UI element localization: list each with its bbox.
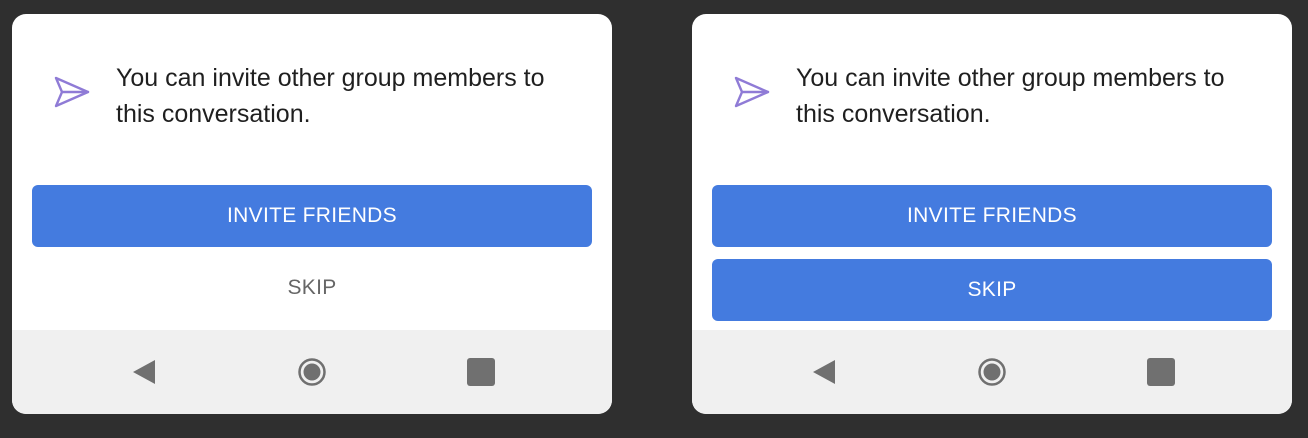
- send-icon: [54, 76, 90, 108]
- dialog-message: You can invite other group members to th…: [116, 64, 545, 128]
- system-navigation-bar: [692, 330, 1292, 414]
- recent-apps-square-icon[interactable]: [465, 356, 497, 388]
- message-row: You can invite other group members to th…: [732, 60, 1272, 132]
- back-triangle-icon[interactable]: [808, 356, 840, 388]
- comparison-stage: You can invite other group members to th…: [0, 0, 1308, 438]
- send-icon: [734, 76, 770, 108]
- invite-friends-button[interactable]: INVITE FRIENDS: [32, 185, 592, 247]
- invite-dialog-right: You can invite other group members to th…: [692, 14, 1292, 414]
- message-row: You can invite other group members to th…: [52, 60, 592, 132]
- skip-button[interactable]: SKIP: [712, 259, 1272, 321]
- invite-dialog-left: You can invite other group members to th…: [12, 14, 612, 414]
- back-triangle-icon[interactable]: [128, 356, 160, 388]
- recent-apps-square-icon[interactable]: [1145, 356, 1177, 388]
- skip-button[interactable]: SKIP: [32, 276, 592, 306]
- invite-friends-button[interactable]: INVITE FRIENDS: [712, 185, 1272, 247]
- dialog-message: You can invite other group members to th…: [796, 64, 1225, 128]
- system-navigation-bar: [12, 330, 612, 414]
- home-circle-icon[interactable]: [976, 356, 1008, 388]
- home-circle-icon[interactable]: [296, 356, 328, 388]
